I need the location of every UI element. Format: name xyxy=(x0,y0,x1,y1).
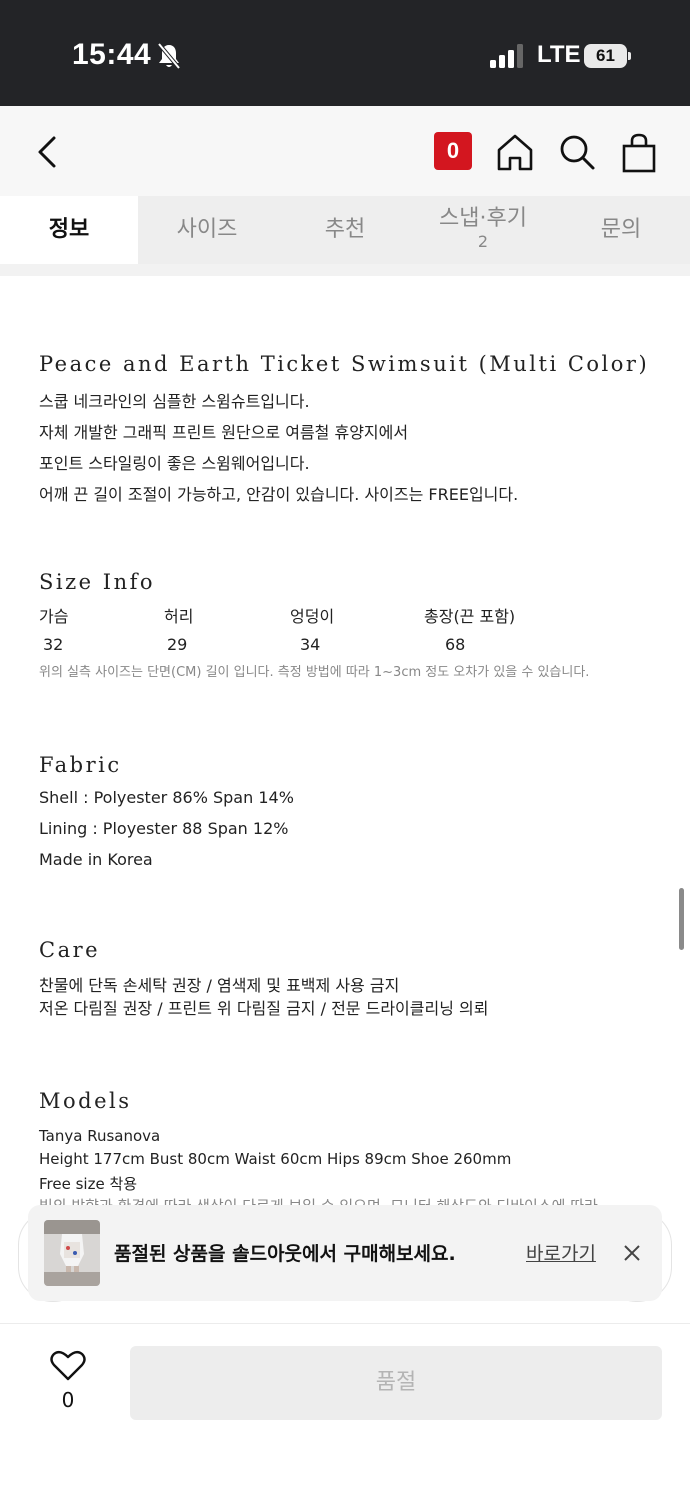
tab-size[interactable]: 사이즈 xyxy=(138,196,276,264)
description-line: 포인트 스타일링이 좋은 스윔웨어입니다. xyxy=(39,454,310,473)
product-thumbnail xyxy=(44,1220,100,1286)
description-line: 어깨 끈 길이 조절이 가능하고, 안감이 있습니다. 사이즈는 FREE입니다… xyxy=(39,485,519,504)
fabric-line: Made in Korea xyxy=(39,850,153,869)
bell-muted-icon xyxy=(157,42,181,70)
soldout-button[interactable]: 품절 xyxy=(130,1346,662,1420)
tab-recommend[interactable]: 추천 xyxy=(276,196,414,264)
size-value-hip: 34 xyxy=(300,635,321,654)
product-title: Peace and Earth Ticket Swimsuit (Multi C… xyxy=(39,352,650,376)
fabric-line: Shell : Polyester 86% Span 14% xyxy=(39,788,294,807)
back-arrow-icon[interactable] xyxy=(32,134,62,170)
product-tabs: 정보 사이즈 추천 스냅·후기 2 문의 xyxy=(0,196,690,264)
size-value-chest: 32 xyxy=(43,635,64,654)
model-line: Height 177cm Bust 80cm Waist 60cm Hips 8… xyxy=(39,1150,512,1168)
toast-message: 품절된 상품을 솔드아웃에서 구매해보세요. xyxy=(114,1243,456,1265)
status-bar: 15:44 LTE 61 xyxy=(0,0,690,106)
size-header-length: 총장(끈 포함) xyxy=(424,607,516,626)
fabric-line: Lining : Ployester 88 Span 12% xyxy=(39,819,289,838)
shopping-bag-icon[interactable] xyxy=(620,132,658,174)
like-count: 0 xyxy=(61,1388,75,1412)
description-line: 스쿱 네크라인의 심플한 스윔슈트입니다. xyxy=(39,392,310,411)
care-title: Care xyxy=(39,938,101,962)
scrollbar[interactable] xyxy=(679,888,684,950)
model-line: Free size 착용 xyxy=(39,1175,138,1193)
bottom-divider xyxy=(0,1323,690,1324)
size-header-chest: 가슴 xyxy=(39,607,69,626)
size-header-waist: 허리 xyxy=(164,607,194,626)
status-time: 15:44 xyxy=(72,38,152,71)
tab-snap-review[interactable]: 스냅·후기 2 xyxy=(414,196,552,264)
heart-icon[interactable] xyxy=(50,1350,86,1382)
search-icon[interactable] xyxy=(558,132,596,172)
care-line: 저온 다림질 권장 / 프린트 위 다림질 금지 / 전문 드라이클리닝 의뢰 xyxy=(39,999,489,1018)
models-title: Models xyxy=(39,1089,132,1113)
tab-snap-review-label: 스냅·후기 xyxy=(439,206,527,231)
model-line-truncated: 빛의 방향과 환경에 따라 색상이 다르게 보일 수 있으며, 모니터 해상도와… xyxy=(39,1195,598,1205)
signal-icon xyxy=(490,44,523,68)
section-divider xyxy=(0,264,690,276)
soldout-toast: 품절된 상품을 솔드아웃에서 구매해보세요. 바로가기 xyxy=(28,1205,662,1301)
cart-count-badge[interactable]: 0 xyxy=(434,132,472,170)
description-line: 자체 개발한 그래픽 프린트 원단으로 여름철 휴양지에서 xyxy=(39,423,409,442)
fabric-title: Fabric xyxy=(39,753,122,777)
size-info-title: Size Info xyxy=(39,570,156,594)
top-nav: 0 xyxy=(0,106,690,196)
network-type: LTE xyxy=(537,41,581,68)
tab-inquiry[interactable]: 문의 xyxy=(552,196,690,264)
care-line: 찬물에 단독 손세탁 권장 / 염색제 및 표백제 사용 금지 xyxy=(39,976,400,995)
close-icon[interactable] xyxy=(622,1243,642,1263)
size-note: 위의 실측 사이즈는 단면(CM) 길이 입니다. 측정 방법에 따라 1~3c… xyxy=(39,665,590,680)
tab-info[interactable]: 정보 xyxy=(0,196,138,264)
home-icon[interactable] xyxy=(496,132,534,172)
model-line: Tanya Rusanova xyxy=(39,1127,161,1145)
battery-level: 61 xyxy=(596,46,615,65)
size-value-waist: 29 xyxy=(167,635,188,654)
go-link[interactable]: 바로가기 xyxy=(526,1239,596,1266)
size-value-length: 68 xyxy=(445,635,466,654)
battery-icon: 61 xyxy=(584,44,631,68)
tab-snap-review-count: 2 xyxy=(477,232,489,251)
size-header-hip: 엉덩이 xyxy=(290,607,335,626)
